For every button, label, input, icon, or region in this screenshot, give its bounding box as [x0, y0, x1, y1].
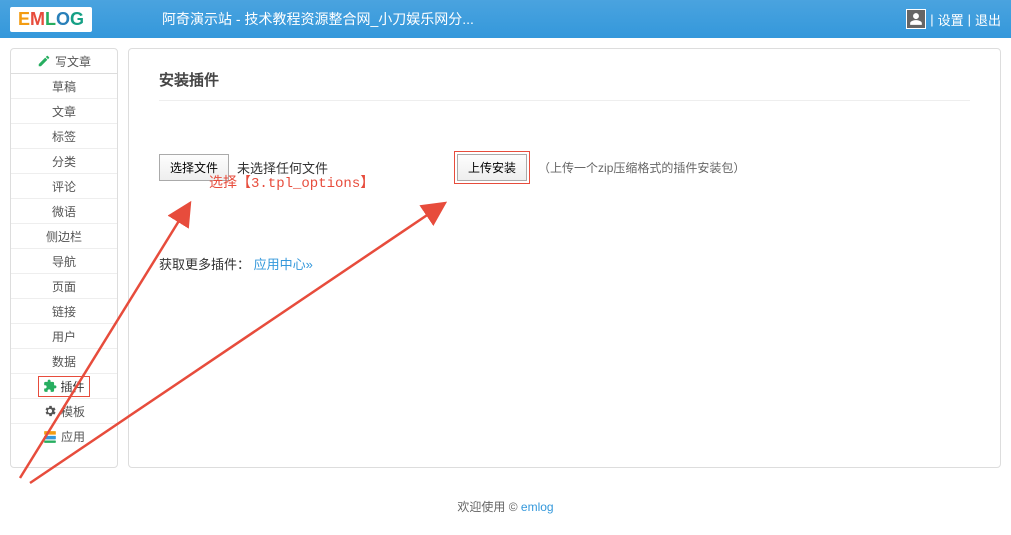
sidebar-item-label: 页面: [52, 278, 76, 295]
sidebar-item-label: 模板: [61, 403, 85, 420]
plugin-icon: [43, 379, 57, 393]
sidebar-item-apps[interactable]: 应用: [11, 424, 117, 449]
sidebar-item-tags[interactable]: 标签: [11, 124, 117, 149]
sidebar-item-write[interactable]: 写文章: [11, 49, 117, 74]
footer-text: 欢迎使用 ©: [457, 500, 521, 514]
upload-button-highlight: 上传安装: [454, 151, 530, 184]
sidebar-item-label: 插件: [60, 378, 84, 395]
sidebar-item-label: 用户: [52, 328, 76, 345]
sidebar-item-label: 草稿: [52, 78, 76, 95]
sidebar-item-drafts[interactable]: 草稿: [11, 74, 117, 99]
sidebar-item-categories[interactable]: 分类: [11, 149, 117, 174]
topbar: E M L O G 阿奇演示站 - 技术教程资源整合网_小刀娱乐网分... | …: [0, 0, 1011, 38]
more-plugins-row: 获取更多插件： 应用中心»: [159, 254, 970, 273]
upload-row: 选择文件 未选择任何文件 上传安装 （上传一个zip压缩格式的插件安装包）: [159, 151, 970, 184]
avatar[interactable]: [906, 9, 926, 29]
sidebar-item-label: 微语: [52, 203, 76, 220]
sidebar-item-pages[interactable]: 页面: [11, 274, 117, 299]
divider: [159, 100, 970, 101]
footer-link[interactable]: emlog: [521, 500, 554, 514]
app-center-link[interactable]: 应用中心»: [254, 257, 313, 272]
sidebar-item-label: 导航: [52, 253, 76, 270]
no-file-text: 未选择任何文件: [237, 158, 328, 177]
sidebar-item-templates[interactable]: 模板: [11, 399, 117, 424]
sidebar-item-widgets[interactable]: 侧边栏: [11, 224, 117, 249]
site-title[interactable]: 阿奇演示站 - 技术教程资源整合网_小刀娱乐网分...: [162, 9, 906, 29]
sidebar-item-label: 标签: [52, 128, 76, 145]
pencil-icon: [37, 54, 51, 68]
sidebar-item-label: 链接: [52, 303, 76, 320]
top-right: | 设置 | 退出: [906, 9, 1001, 29]
sidebar: 写文章 草稿 文章 标签 分类 评论 微语 侧边栏 导航 页面 链接 用户 数据…: [10, 48, 118, 468]
sidebar-item-label: 评论: [52, 178, 76, 195]
settings-link[interactable]: 设置: [938, 10, 964, 29]
sidebar-item-nav[interactable]: 导航: [11, 249, 117, 274]
sidebar-item-label: 分类: [52, 153, 76, 170]
sidebar-item-links[interactable]: 链接: [11, 299, 117, 324]
upload-hint: （上传一个zip压缩格式的插件安装包）: [538, 159, 745, 176]
logo[interactable]: E M L O G: [10, 7, 92, 32]
user-icon: [909, 12, 923, 26]
sidebar-item-data[interactable]: 数据: [11, 349, 117, 374]
sidebar-item-label: 侧边栏: [46, 228, 82, 245]
footer: 欢迎使用 © emlog: [0, 478, 1011, 535]
logout-link[interactable]: 退出: [975, 10, 1001, 29]
sidebar-item-plugins[interactable]: 插件: [11, 374, 117, 399]
upload-install-button[interactable]: 上传安装: [457, 154, 527, 181]
main-content: 安装插件 选择文件 未选择任何文件 上传安装 （上传一个zip压缩格式的插件安装…: [128, 48, 1001, 468]
sidebar-item-label: 数据: [52, 353, 76, 370]
sidebar-item-label: 写文章: [55, 53, 91, 70]
more-prefix: 获取更多插件：: [159, 257, 250, 272]
page-heading: 安装插件: [159, 69, 970, 90]
sidebar-item-label: 文章: [52, 103, 76, 120]
gear-icon: [43, 404, 57, 418]
sidebar-item-label: 应用: [61, 428, 85, 445]
sidebar-item-articles[interactable]: 文章: [11, 99, 117, 124]
sidebar-item-twitter[interactable]: 微语: [11, 199, 117, 224]
choose-file-button[interactable]: 选择文件: [159, 154, 229, 181]
apps-icon: [43, 430, 57, 444]
sidebar-item-comments[interactable]: 评论: [11, 174, 117, 199]
sidebar-item-users[interactable]: 用户: [11, 324, 117, 349]
